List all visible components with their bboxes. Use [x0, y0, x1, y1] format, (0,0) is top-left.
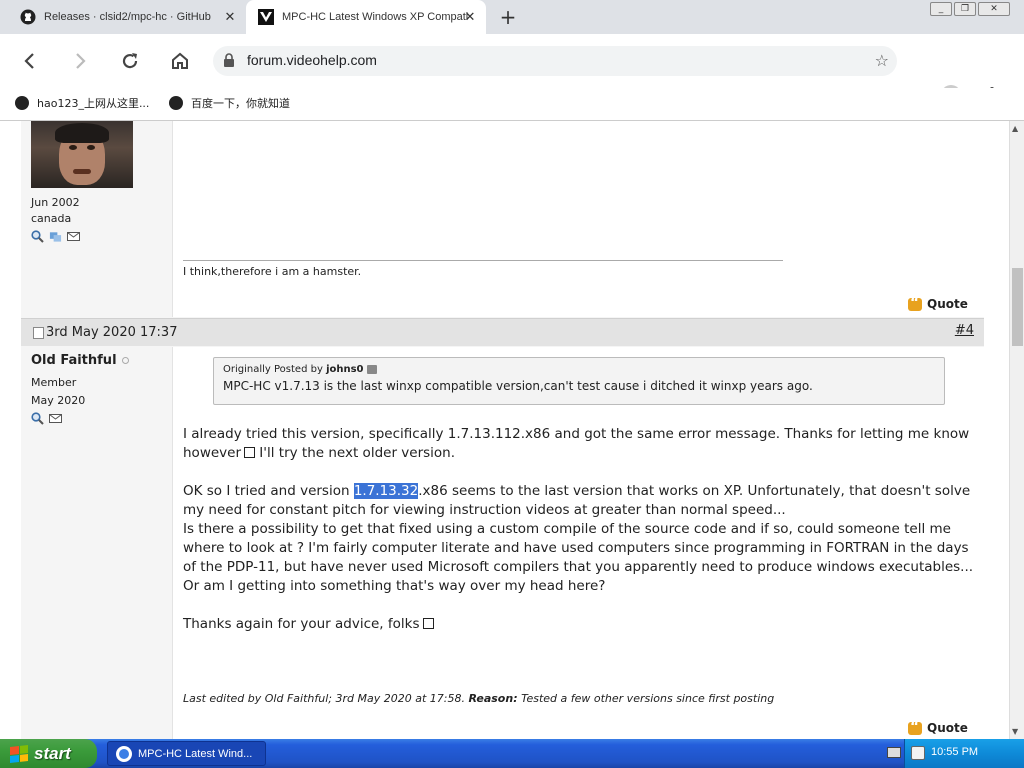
url-text: forum.videohelp.com [247, 52, 377, 68]
scroll-up-icon[interactable]: ▲ [1012, 124, 1018, 133]
network-icon[interactable] [911, 746, 925, 760]
avatar[interactable] [31, 121, 133, 188]
search-posts-icon[interactable] [31, 412, 44, 425]
email-icon[interactable] [67, 230, 80, 243]
user-rank: Member [31, 376, 77, 389]
tab-title: Releases · clsid2/mpc-hc · GitHub [44, 11, 211, 23]
quoted-message: Originally Posted by johns0 MPC-HC v1.7.… [213, 357, 945, 405]
email-icon[interactable] [49, 412, 62, 425]
quote-icon [908, 719, 922, 735]
view-post-icon[interactable] [366, 364, 377, 374]
emoji-placeholder-icon [422, 618, 434, 629]
private-message-icon[interactable] [49, 230, 62, 243]
github-icon [20, 9, 36, 25]
user-location: canada [31, 212, 72, 225]
message-paragraph: Is there a possibility to get that fixed… [183, 521, 974, 594]
minimize-button[interactable]: _ [930, 2, 952, 16]
quote-button[interactable]: Quote [908, 295, 968, 311]
tab-title: MPC-HC Latest Windows XP Compati [282, 11, 469, 23]
system-tray: 10:55 PM [887, 739, 1024, 768]
bookmark-hao123[interactable]: hao123_上网从这里... [15, 95, 149, 111]
page-scrollbar[interactable]: ▲ ▼ [1009, 121, 1024, 739]
post-date: 3rd May 2020 17:37 [46, 325, 178, 340]
post-header: 3rd May 2020 17:37 #4 [21, 318, 984, 346]
tab-strip: Releases · clsid2/mpc-hc · GitHub ✕ MPC-… [0, 0, 1024, 34]
window-controls: _ ❐ ✕ [930, 2, 1010, 16]
bookmark-baidu[interactable]: 百度一下，你就知道 [169, 95, 290, 111]
message-paragraph: OK so I tried and version 1.7.13.32.x86 … [183, 483, 971, 518]
page-viewport: Jun 2002 canada I think,therefore i am a… [0, 121, 1009, 739]
new-tab-button[interactable]: + [497, 6, 519, 28]
tab-close-icon[interactable]: ✕ [222, 9, 238, 25]
post-message: I already tried this version, specifical… [183, 425, 975, 634]
user-actions [31, 230, 80, 243]
bookmark-label: 百度一下，你就知道 [191, 97, 290, 110]
post-permalink[interactable]: #4 [955, 323, 974, 338]
videohelp-icon [258, 9, 274, 25]
quote-author: johns0 [326, 364, 364, 375]
restore-button[interactable]: ❐ [954, 2, 976, 16]
tab-close-icon[interactable]: ✕ [462, 9, 478, 25]
post-username[interactable]: Old Faithful [31, 353, 129, 368]
tab-github-releases[interactable]: Releases · clsid2/mpc-hc · GitHub ✕ [8, 0, 246, 34]
bookmark-label: hao123_上网从这里... [37, 97, 150, 110]
quote-header: Originally Posted by johns0 [223, 364, 935, 375]
chrome-icon [116, 745, 132, 762]
post-userinfo: Old Faithful Member May 2020 [21, 347, 171, 739]
post-body: Originally Posted by johns0 MPC-HC v1.7.… [172, 347, 984, 739]
previous-post-userinfo: Jun 2002 canada [21, 121, 171, 317]
globe-icon [15, 96, 29, 110]
taskbar: start MPC-HC Latest Wind... 10:55 PM [0, 739, 1024, 768]
back-icon[interactable] [16, 47, 44, 75]
signature: I think,therefore i am a hamster. [183, 265, 362, 278]
selected-text: 1.7.13.32 [353, 483, 419, 499]
bookmarks-bar: hao123_上网从这里... 百度一下，你就知道 [0, 88, 1024, 121]
quote-button[interactable]: Quote [908, 719, 968, 735]
keyboard-icon[interactable] [887, 747, 901, 758]
clock[interactable]: 10:55 PM [931, 746, 978, 758]
edit-note: Last edited by Old Faithful; 3rd May 202… [183, 692, 775, 705]
user-actions [31, 412, 62, 425]
join-date: Jun 2002 [31, 196, 80, 209]
start-button[interactable]: start [0, 739, 97, 768]
join-date: May 2020 [31, 394, 86, 407]
post-status-icon [33, 327, 44, 339]
bookmark-star-icon[interactable]: ☆ [875, 51, 889, 70]
reload-icon[interactable] [116, 47, 144, 75]
scroll-down-icon[interactable]: ▼ [1012, 727, 1018, 736]
lock-icon[interactable] [223, 53, 235, 71]
address-bar[interactable]: forum.videohelp.com ☆ [213, 46, 897, 76]
close-window-button[interactable]: ✕ [978, 2, 1010, 16]
forum-thread: Jun 2002 canada I think,therefore i am a… [21, 121, 984, 739]
signature-divider [183, 260, 783, 261]
previous-post-body: I think,therefore i am a hamster. Quote [172, 121, 984, 317]
emoji-placeholder-icon [244, 447, 256, 458]
message-paragraph: Thanks again for your advice, folks [183, 615, 975, 634]
search-posts-icon[interactable] [31, 230, 44, 243]
quote-text: MPC-HC v1.7.13 is the last winxp compati… [223, 379, 813, 393]
globe-icon [169, 96, 183, 110]
forward-icon[interactable] [66, 47, 94, 75]
quote-icon [908, 295, 922, 311]
taskbar-window-button[interactable]: MPC-HC Latest Wind... [107, 741, 266, 766]
tab-videohelp-forum[interactable]: MPC-HC Latest Windows XP Compati ✕ [246, 0, 486, 34]
home-icon[interactable] [166, 47, 194, 75]
offline-status-icon [121, 357, 129, 364]
scrollbar-thumb[interactable] [1012, 268, 1023, 346]
message-paragraph: I already tried this version, specifical… [183, 426, 970, 461]
windows-logo-icon [10, 744, 28, 763]
